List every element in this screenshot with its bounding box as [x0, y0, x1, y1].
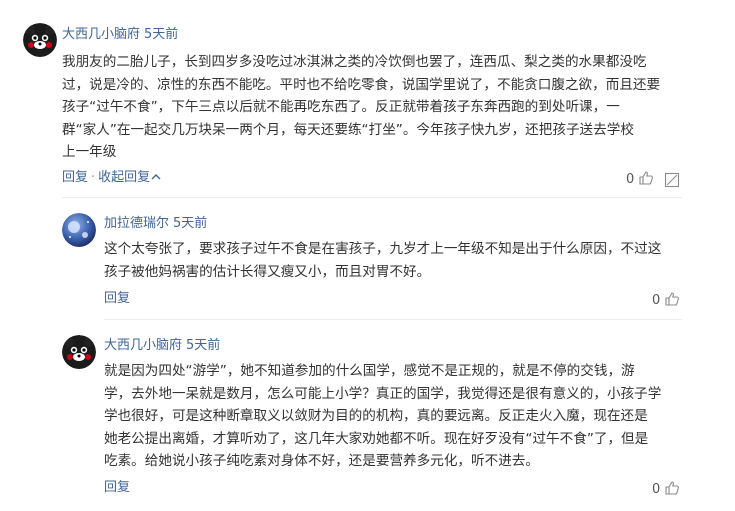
like-count: 0 — [652, 482, 661, 497]
divider — [104, 319, 682, 320]
comment-line: 孩子被他妈祸害的估计长得又瘦又小，而且对胃不好。 — [104, 263, 431, 280]
author-name[interactable]: 大西几小脑府 — [104, 338, 182, 353]
comment-line: 上一年级 — [62, 144, 117, 161]
comment-actions: 回复 — [104, 291, 130, 307]
comment-header: 大西几小脑府 5天前 — [62, 27, 178, 43]
chevron-up-icon[interactable] — [151, 171, 161, 187]
comment-line: 就是因为四处“游学”，她不知道参加的什么国学，感觉不是正规的，就是不停的交钱，游 — [104, 363, 635, 379]
avatar-space[interactable] — [62, 213, 96, 247]
comment-body: 我朋友的二胎儿子，长到四岁多没吃过冰淇淋之类的冷饮倒也罢了，连西瓜、梨之类的水果… — [62, 51, 660, 164]
comment-line: 我朋友的二胎儿子，长到四岁多没吃过冰淇淋之类的冷饮倒也罢了，连西瓜、梨之类的水果… — [62, 54, 647, 70]
timestamp: 5天前 — [173, 216, 208, 231]
thumbs-up-icon[interactable] — [638, 171, 654, 187]
author-name[interactable]: 加拉德瑞尔 — [104, 216, 169, 231]
thumbs-up-icon[interactable] — [664, 292, 680, 308]
report-icon[interactable] — [664, 170, 680, 189]
collapse-replies-button[interactable]: 收起回复 — [98, 170, 150, 185]
like-control[interactable]: 0 — [652, 480, 680, 498]
like-count: 0 — [626, 172, 635, 187]
author-name[interactable]: 大西几小脑府 — [62, 27, 140, 42]
comment-line: 学，去外地一呆就是数月，怎么可能上小学？真正的国学，我觉得还是很有意义的，小孩子… — [104, 385, 662, 402]
comment-line: 这个太夸张了，要求孩子过午不食是在害孩子，九岁才上一年级不知是出于什么原因，不过… — [104, 241, 662, 257]
comment-actions: 回复 — [104, 480, 130, 496]
divider — [62, 197, 682, 198]
timestamp: 5天前 — [144, 27, 179, 42]
separator: · — [91, 170, 96, 185]
comment-line: 吃素。给她说小孩子纯吃素对身体不好，还是要营养多元化，听不进去。 — [104, 453, 539, 470]
comment-line: 群“家人”在一起交几万块呆一两个月，每天还要练“打坐”。今年孩子快九岁，还把孩子… — [62, 121, 634, 138]
like-control[interactable]: 0 — [626, 170, 654, 188]
reply-button[interactable]: 回复 — [104, 291, 130, 306]
comment-body: 这个太夸张了，要求孩子过午不食是在害孩子，九岁才上一年级不知是出于什么原因，不过… — [104, 238, 661, 283]
comment-line: 过，说是冷的、凉性的东西不能吃。平时也不给吃零食，说国学里说了，不能贪口腹之欲，… — [62, 76, 661, 93]
comment-line: 她老公提出离婚，才算听劝了，这几年大家劝她都不听。现在好歹没有“过午不食”了，但… — [104, 430, 649, 447]
timestamp: 5天前 — [186, 338, 221, 353]
thumbs-up-icon[interactable] — [664, 481, 680, 497]
like-count: 0 — [652, 293, 661, 308]
comment-actions: 回复 · 收起回复 — [62, 170, 161, 187]
comment-line: 孩子“过午不食”，下午三点以后就不能再吃东西了。反正就带着孩子东奔西跑的到处听课… — [62, 99, 620, 116]
comment-line: 学也很好，可是这种断章取义以敛财为目的的机构，真的要远离。反正走火入魔，现在还是 — [104, 408, 648, 425]
reply-button[interactable]: 回复 — [104, 480, 130, 495]
comment-header: 大西几小脑府 5天前 — [104, 338, 220, 354]
comment-header: 加拉德瑞尔 5天前 — [104, 216, 207, 232]
avatar-kumamon[interactable] — [23, 23, 57, 57]
avatar-kumamon[interactable] — [62, 335, 96, 369]
reply-button[interactable]: 回复 — [62, 170, 88, 185]
like-control[interactable]: 0 — [652, 291, 680, 309]
comment-body: 就是因为四处“游学”，她不知道参加的什么国学，感觉不是正规的，就是不停的交钱，游… — [104, 360, 661, 473]
